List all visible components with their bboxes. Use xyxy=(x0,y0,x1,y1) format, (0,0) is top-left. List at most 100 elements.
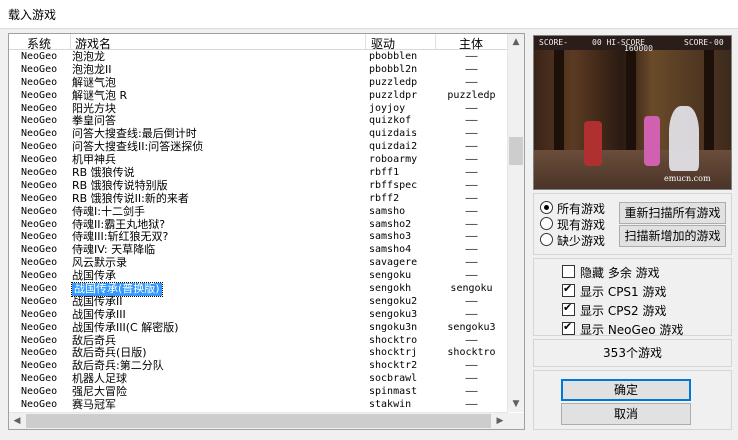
cell-driver: pbobblen xyxy=(369,51,418,62)
cell-driver: sengokh xyxy=(369,283,412,295)
cell-system: NeoGeo xyxy=(21,270,58,282)
cell-driver: samsho3 xyxy=(369,231,412,243)
hscroll-thumb[interactable] xyxy=(26,414,491,428)
cell-driver: samsho2 xyxy=(369,218,412,230)
table-row[interactable]: NeoGeo 泡泡龙 pbobblen —— xyxy=(9,50,508,64)
cell-master: —— xyxy=(465,295,478,307)
cell-driver: rbff1 xyxy=(369,167,400,179)
options-group: 隐藏 多余 游戏显示 CPS1 游戏显示 CPS2 游戏显示 NeoGeo 游戏 xyxy=(533,258,732,337)
scroll-right-icon[interactable]: ▶ xyxy=(492,413,508,429)
cell-driver: pbobbl2n xyxy=(369,63,418,75)
rescan-all-button[interactable]: 重新扫描所有游戏 xyxy=(619,202,726,224)
table-row[interactable]: NeoGeo 赛马冠军 stakwin —— xyxy=(9,398,508,412)
radio-icon[interactable] xyxy=(540,217,553,230)
cell-system: NeoGeo xyxy=(21,128,58,140)
scroll-thumb[interactable] xyxy=(509,137,523,165)
cell-system: NeoGeo xyxy=(21,205,58,217)
cell-master: —— xyxy=(465,386,478,398)
table-row[interactable]: NeoGeo 侍魂I:十二剑手 samsho —— xyxy=(9,204,508,219)
title-bar: 载入游戏 xyxy=(0,0,738,29)
cell-master: —— xyxy=(465,218,478,230)
cell-name: RB 饿狼传说II:新的来者 xyxy=(72,191,189,205)
cell-system: NeoGeo xyxy=(21,373,58,385)
scroll-down-icon[interactable]: ▼ xyxy=(508,396,524,412)
cell-driver: savagere xyxy=(369,257,418,269)
cell-name: 战国传承(普换版) xyxy=(71,282,163,297)
table-row[interactable]: NeoGeo RB 饿狼传说 rbff1 —— xyxy=(9,166,508,180)
column-system[interactable]: 系统 xyxy=(27,35,51,52)
action-group: 确定 取消 xyxy=(533,370,732,430)
cell-master: shocktro xyxy=(447,347,496,359)
cell-driver: socbrawl xyxy=(369,373,418,385)
cell-driver: shocktro xyxy=(369,334,418,346)
cell-system: NeoGeo xyxy=(21,154,58,166)
checkbox-label: 隐藏 多余 游戏 xyxy=(580,266,660,280)
rescan-new-button[interactable]: 扫描新增加的游戏 xyxy=(619,225,726,247)
cell-system: NeoGeo xyxy=(21,141,58,153)
cell-master: —— xyxy=(465,231,478,243)
window-title: 载入游戏 xyxy=(8,8,57,22)
cell-system: NeoGeo xyxy=(21,321,58,333)
cell-driver: shocktrj xyxy=(369,347,418,359)
table-row[interactable]: NeoGeo 战国传承II sengoku2 —— xyxy=(9,295,508,309)
cell-master: —— xyxy=(465,373,478,385)
cancel-button[interactable]: 取消 xyxy=(561,403,691,425)
cell-system: NeoGeo xyxy=(21,231,58,243)
cell-driver: spinmast xyxy=(369,386,418,398)
cell-name: 泡泡龙 xyxy=(72,50,105,63)
cell-system: NeoGeo xyxy=(21,76,58,88)
cell-system: NeoGeo xyxy=(21,399,58,411)
cell-driver: sengoku xyxy=(369,270,412,282)
column-master[interactable]: 主体 xyxy=(459,35,483,52)
cell-driver: sengoku3 xyxy=(369,308,418,320)
cell-driver: sngoku3n xyxy=(369,321,418,333)
vertical-scrollbar[interactable]: ▲ ▼ xyxy=(507,34,524,412)
cell-name: RB 饿狼传说 xyxy=(72,166,135,180)
cell-master: —— xyxy=(465,257,478,269)
checkbox-label: 显示 CPS2 游戏 xyxy=(580,304,667,318)
cell-system: NeoGeo xyxy=(21,115,58,127)
cell-master: sengoku3 xyxy=(447,321,496,333)
cell-driver: rbff2 xyxy=(369,192,400,204)
table-row[interactable]: NeoGeo 战国传承(普换版) sengokh sengoku xyxy=(9,282,508,297)
cell-name: 解谜气泡 xyxy=(72,75,116,89)
horizontal-scrollbar[interactable]: ◀ ▶ xyxy=(9,412,508,429)
checkbox-icon[interactable] xyxy=(562,301,575,316)
cell-driver: puzzledp xyxy=(369,76,418,88)
cell-driver: quizkof xyxy=(369,115,412,127)
cell-system: NeoGeo xyxy=(21,347,58,359)
table-row[interactable]: NeoGeo RB 饿狼传说特别版 rbffspec —— xyxy=(9,179,508,193)
checkbox-icon[interactable] xyxy=(562,282,575,297)
table-row[interactable]: NeoGeo 战国传承III(C 解密版) sngoku3n sengoku3 xyxy=(9,321,508,335)
cell-master: —— xyxy=(465,128,478,140)
radio-label: 所有游戏 xyxy=(557,202,606,216)
table-row[interactable]: NeoGeo RB 饿狼传说II:新的来者 rbff2 —— xyxy=(9,191,508,206)
cell-system: NeoGeo xyxy=(21,51,58,62)
cell-driver: puzzldpr xyxy=(369,89,418,101)
cell-driver: roboarmy xyxy=(369,154,418,166)
ok-button[interactable]: 确定 xyxy=(561,379,691,401)
cell-master: —— xyxy=(465,51,478,62)
cell-driver: shocktr2 xyxy=(369,360,418,372)
scroll-up-icon[interactable]: ▲ xyxy=(508,34,524,50)
cell-master: —— xyxy=(465,205,478,217)
radio-icon[interactable] xyxy=(540,201,553,214)
table-row[interactable]: NeoGeo 解谜气泡 puzzledp —— xyxy=(9,75,508,90)
column-driver[interactable]: 驱动 xyxy=(371,35,395,52)
table-row[interactable]: NeoGeo 泡泡龙II pbobbl2n —— xyxy=(9,63,508,77)
checkbox-icon[interactable] xyxy=(562,320,575,335)
cell-name: 侍魂I:十二剑手 xyxy=(72,204,145,218)
scroll-left-icon[interactable]: ◀ xyxy=(9,413,25,429)
table-row[interactable]: NeoGeo 解谜气泡 R puzzldpr puzzledp xyxy=(9,88,508,103)
cell-driver: quizdais xyxy=(369,128,418,140)
checkbox-icon[interactable] xyxy=(562,265,575,278)
table-row[interactable]: NeoGeo 战国传承III sengoku3 —— xyxy=(9,308,508,322)
radio-icon[interactable] xyxy=(540,233,553,246)
cell-system: NeoGeo xyxy=(21,360,58,372)
watermark: emucn.com xyxy=(664,174,711,183)
cell-name: 解谜气泡 R xyxy=(72,88,128,102)
cell-system: NeoGeo xyxy=(21,257,58,269)
cell-system: NeoGeo xyxy=(21,386,58,398)
cell-master: —— xyxy=(465,154,478,166)
game-list[interactable]: 系统 游戏名 驱动 主体 NeoGeo 泡泡龙 pbobblen —— NeoGeo 泡泡… xyxy=(8,33,525,430)
